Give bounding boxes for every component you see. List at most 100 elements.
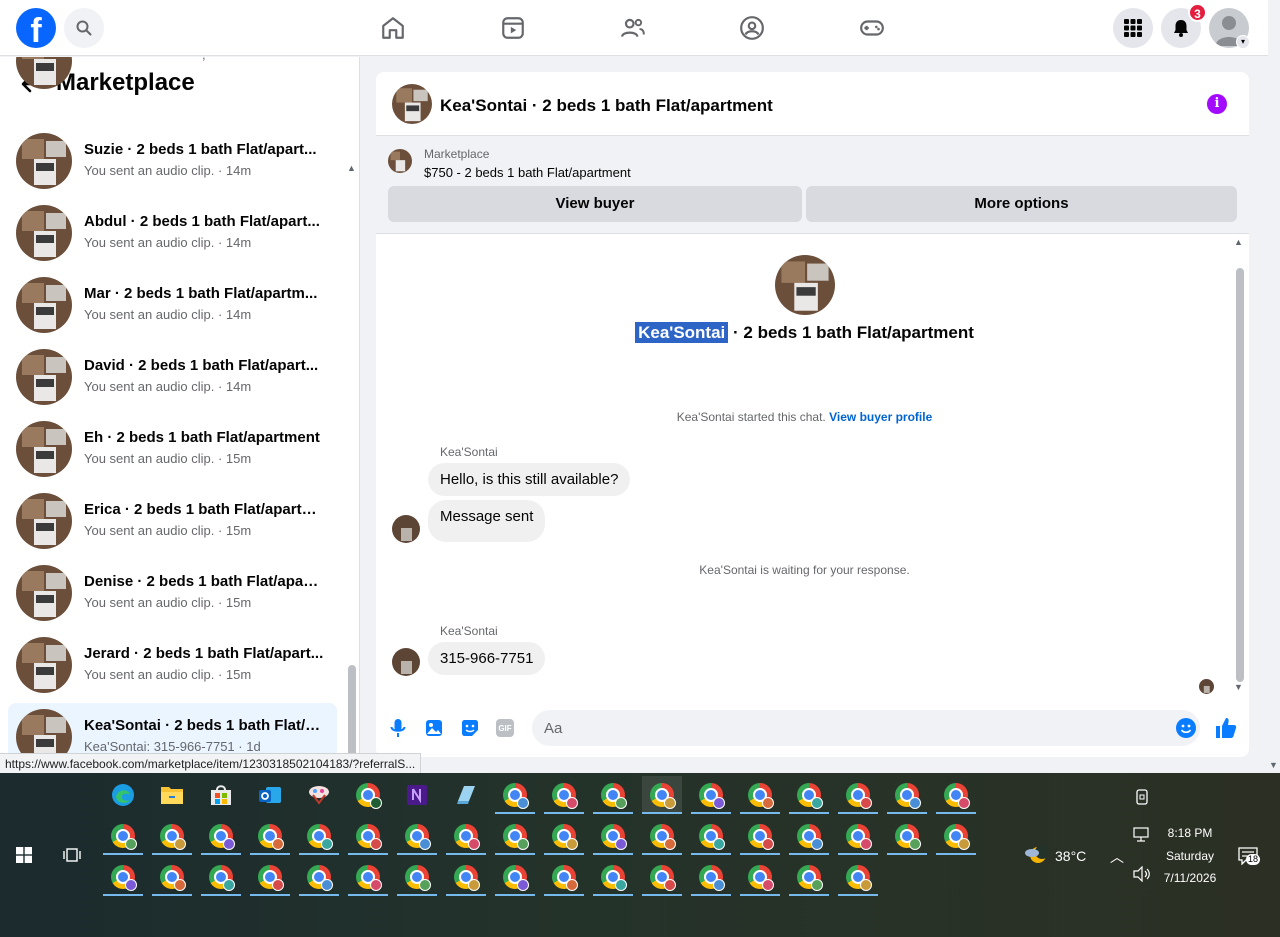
message-bubble[interactable]: Hello, is this still available?	[428, 463, 631, 496]
sidebar-scrollbar-thumb[interactable]	[348, 665, 356, 757]
chat-scroll-up-arrow[interactable]: ▲	[1234, 237, 1243, 247]
chrome-profile-icon[interactable]	[544, 817, 584, 855]
show-hidden-icons-chevron[interactable]: ︿	[1110, 847, 1124, 867]
chrome-profile-icon[interactable]	[691, 858, 731, 896]
chrome-profile-icon[interactable]	[740, 858, 780, 896]
snipping-tool-icon[interactable]	[299, 776, 339, 814]
chrome-profile-icon[interactable]	[642, 858, 682, 896]
chrome-profile-m-icon[interactable]	[348, 776, 388, 814]
sender-avatar[interactable]	[392, 648, 420, 676]
chrome-profile-icon[interactable]	[103, 817, 143, 855]
notepad-icon[interactable]	[446, 776, 486, 814]
chrome-profile-icon[interactable]	[397, 858, 437, 896]
emoji-icon[interactable]	[1176, 718, 1196, 738]
scroll-up-arrow[interactable]: ▲	[347, 163, 356, 173]
conversation-item[interactable]: Jerard · 2 beds 1 bath Flat/apart... You …	[8, 631, 337, 697]
conversation-avatar[interactable]	[775, 255, 835, 315]
chrome-profile-icon[interactable]	[887, 776, 927, 814]
conversation-item[interactable]: David · 2 beds 1 bath Flat/apart... You s…	[8, 343, 337, 409]
more-options-button[interactable]: More options	[806, 186, 1237, 222]
view-buyer-button[interactable]: View buyer	[388, 186, 802, 222]
chrome-profile-icon[interactable]	[201, 858, 241, 896]
chrome-profile-icon[interactable]	[593, 776, 633, 814]
clock-day[interactable]: Saturday	[1160, 849, 1220, 863]
chrome-profile-icon[interactable]	[887, 817, 927, 855]
weather-icon[interactable]	[1024, 845, 1049, 867]
chrome-profile-icon[interactable]	[691, 817, 731, 855]
conversation-item[interactable]: Eh · 2 beds 1 bath Flat/apartment You sen…	[8, 415, 337, 481]
menu-button[interactable]	[1113, 8, 1153, 48]
message-bubble[interactable]: 315-966-7751	[428, 642, 546, 675]
chrome-profile-icon[interactable]	[299, 858, 339, 896]
conversation-item[interactable]: Erica · 2 beds 1 bath Flat/apartm... You …	[8, 487, 337, 553]
facebook-logo[interactable]: f	[16, 8, 56, 48]
chrome-profile-icon[interactable]	[446, 817, 486, 855]
chrome-profile-icon[interactable]	[348, 858, 388, 896]
chrome-profile-icon[interactable]	[299, 817, 339, 855]
chrome-profile-icon[interactable]	[789, 817, 829, 855]
chrome-profile-icon[interactable]	[740, 817, 780, 855]
conversation-item[interactable]: Denise · 2 beds 1 bath Flat/apart... You …	[8, 559, 337, 625]
search-button[interactable]	[64, 8, 104, 48]
clock-time[interactable]: 8:18 PM	[1160, 826, 1220, 840]
nav-friends[interactable]	[617, 12, 649, 44]
conversation-item[interactable]: Kea'Sontai · 2 beds 1 bath Flat/a... Kea'…	[8, 703, 337, 757]
weather-temperature[interactable]: 38°C	[1055, 848, 1086, 864]
photo-icon[interactable]	[424, 718, 444, 738]
conversation-item[interactable]: Abdul · 2 beds 1 bath Flat/apart... You s…	[8, 199, 337, 265]
chrome-profile-icon[interactable]	[789, 858, 829, 896]
chrome-profile-icon[interactable]	[250, 858, 290, 896]
view-buyer-profile-link[interactable]: View buyer profile	[829, 410, 932, 424]
phone-link-icon[interactable]	[1122, 778, 1162, 816]
clock-date[interactable]: 7/11/2026	[1155, 871, 1225, 885]
chrome-profile-icon[interactable]	[593, 817, 633, 855]
nav-video[interactable]	[497, 12, 529, 44]
page-scrollbar[interactable]	[1268, 0, 1280, 773]
conversation-item[interactable]: Suzie · 2 beds 1 bath Flat/apart... You s…	[8, 127, 337, 193]
nav-home[interactable]	[377, 12, 409, 44]
chrome-profile-icon[interactable]	[152, 817, 192, 855]
chat-header-title[interactable]: Kea'Sontai · 2 beds 1 bath Flat/apartmen…	[440, 96, 773, 116]
chrome-profile-icon[interactable]	[642, 817, 682, 855]
chrome-profile-icon[interactable]	[691, 776, 731, 814]
chrome-profile-icon[interactable]	[544, 776, 584, 814]
microsoft-store-icon[interactable]	[201, 776, 241, 814]
file-explorer-icon[interactable]	[152, 776, 192, 814]
chrome-profile-icon[interactable]	[936, 817, 976, 855]
sticker-icon[interactable]	[460, 718, 480, 738]
notifications-button[interactable]: 3	[1161, 3, 1207, 48]
nav-groups[interactable]	[736, 12, 768, 44]
chrome-profile-icon[interactable]	[152, 858, 192, 896]
chrome-profile-icon[interactable]	[201, 817, 241, 855]
windows-start-icon[interactable]	[16, 847, 32, 863]
info-icon[interactable]: i	[1207, 94, 1227, 114]
action-center-icon[interactable]: 18	[1238, 847, 1262, 869]
conversation-item-partial[interactable]: ,	[8, 57, 337, 113]
chrome-profile-icon[interactable]	[495, 817, 535, 855]
chrome-profile-icon[interactable]	[544, 858, 584, 896]
chrome-profile-icon[interactable]	[789, 776, 829, 814]
onenote-icon[interactable]	[397, 776, 437, 814]
chrome-profile-icon[interactable]	[838, 817, 878, 855]
chrome-profile-icon[interactable]	[593, 858, 633, 896]
edge-icon[interactable]	[103, 776, 143, 814]
chrome-profile-icon[interactable]	[740, 776, 780, 814]
nav-gaming[interactable]	[856, 12, 888, 44]
chat-header-avatar[interactable]	[392, 84, 432, 124]
chrome-profile-icon[interactable]	[446, 858, 486, 896]
chat-scrollbar-thumb[interactable]	[1236, 268, 1244, 682]
volume-icon[interactable]	[1133, 865, 1151, 883]
chat-scroll-down-arrow[interactable]: ▼	[1234, 682, 1243, 692]
sender-avatar[interactable]	[392, 515, 420, 543]
chrome-profile-icon[interactable]	[397, 817, 437, 855]
microphone-icon[interactable]	[388, 718, 408, 738]
listing-title[interactable]: $750 - 2 beds 1 bath Flat/apartment	[424, 165, 631, 180]
chrome-profile-icon[interactable]	[495, 776, 535, 814]
network-icon[interactable]	[1133, 827, 1151, 843]
chrome-profile-icon[interactable]	[936, 776, 976, 814]
chrome-profile-icon[interactable]	[250, 817, 290, 855]
chrome-profile-icon[interactable]	[495, 858, 535, 896]
page-scroll-down-arrow[interactable]: ▼	[1269, 760, 1278, 770]
task-view-icon[interactable]	[63, 847, 81, 863]
account-caret-icon[interactable]: ▾	[1236, 35, 1250, 49]
